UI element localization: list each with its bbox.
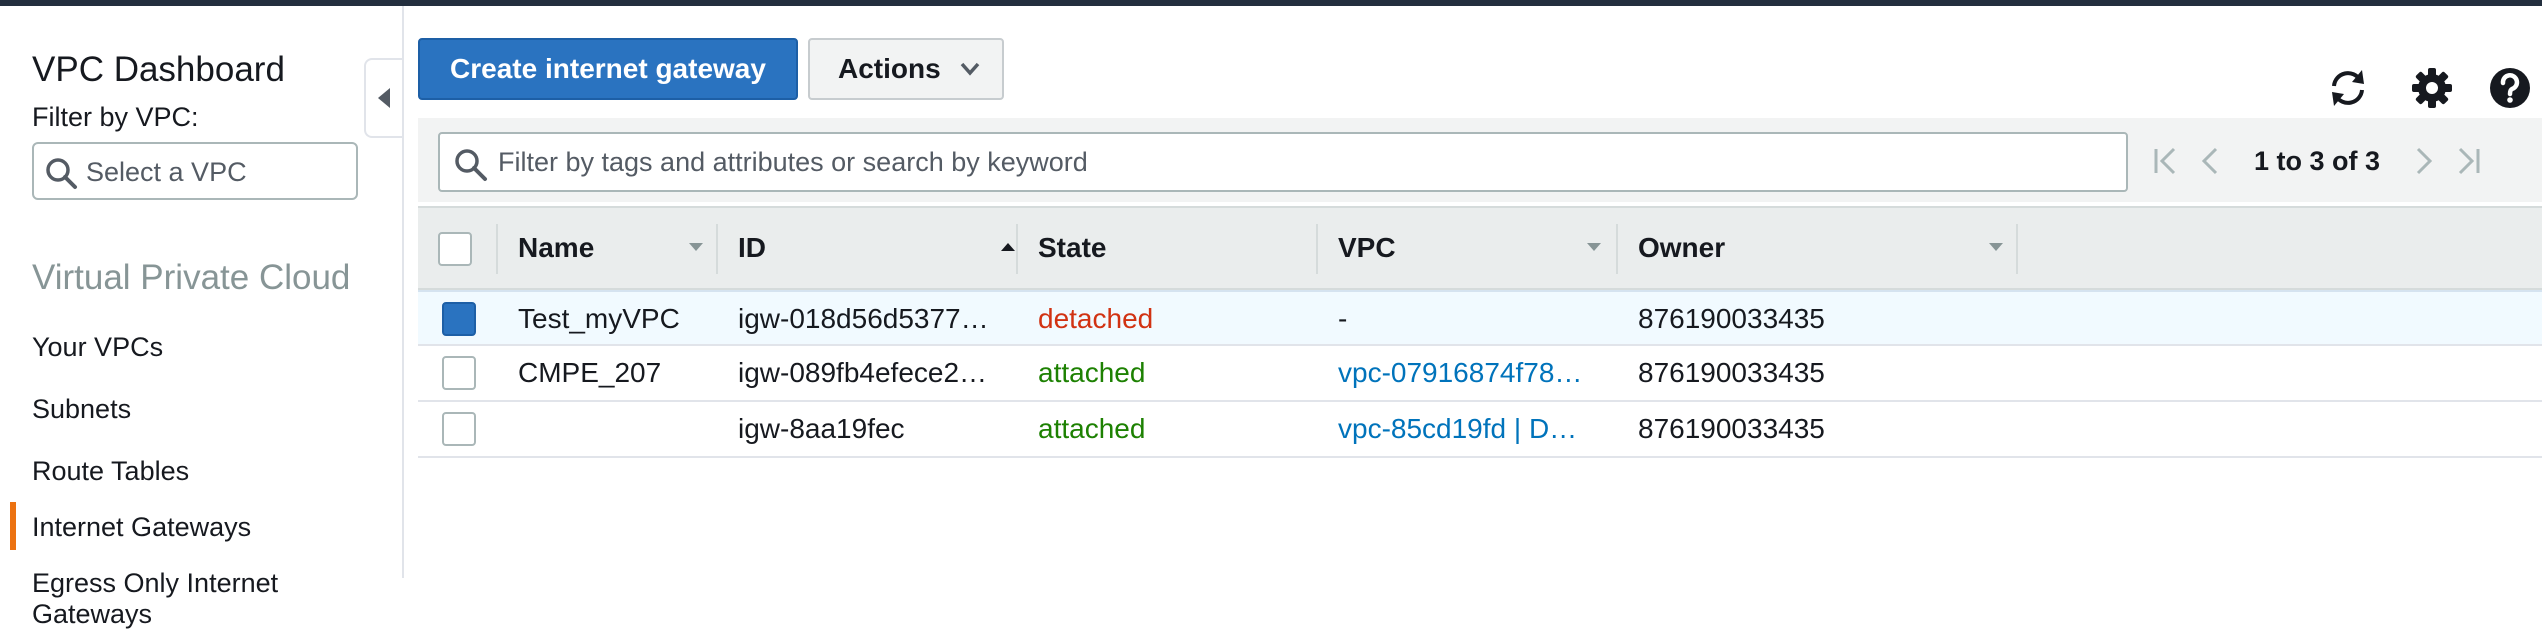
gear-icon[interactable] [2410, 66, 2454, 110]
column-separator [716, 224, 718, 274]
filter-search-placeholder: Filter by tags and attributes or search … [498, 147, 1088, 177]
create-internet-gateway-button[interactable]: Create internet gateway [418, 38, 798, 100]
cell-state: detached [1038, 303, 1154, 334]
column-separator [1316, 224, 1318, 274]
vpc-select[interactable]: Select a VPC [32, 142, 358, 200]
cell-vpc-link[interactable]: vpc-85cd19fd | D… [1338, 402, 1577, 456]
sidebar-item-your-vpcs[interactable]: Your VPCs [32, 332, 163, 363]
row-checkbox[interactable] [442, 302, 476, 336]
chevron-left-icon [378, 88, 390, 108]
pagination-text: 1 to 3 of 3 [2254, 146, 2381, 176]
column-header-id[interactable]: ID [738, 208, 1028, 288]
active-item-indicator [10, 502, 16, 550]
cell-owner: 876190033435 [1638, 357, 1825, 388]
actions-label: Actions [838, 53, 941, 84]
sidebar-item-route-tables[interactable]: Route Tables [32, 456, 189, 487]
column-header-id-label: ID [738, 232, 766, 263]
cell-id: igw-8aa19fec [738, 413, 905, 444]
column-header-name-label: Name [518, 232, 595, 263]
sidebar-item-egress-only-internet-gateways[interactable]: Egress Only Internet Gateways [32, 568, 402, 630]
search-icon [46, 158, 77, 189]
next-page-icon[interactable] [2414, 146, 2434, 176]
select-all-checkbox[interactable] [438, 232, 472, 266]
table-row[interactable]: igw-8aa19fec attached vpc-85cd19fd | D… … [418, 402, 2542, 458]
help-icon[interactable] [2488, 66, 2532, 110]
sidebar: VPC Dashboard Filter by VPC: Select a VP… [0, 6, 404, 629]
cell-owner: 876190033435 [1638, 413, 1825, 444]
column-header-state-label: State [1038, 232, 1107, 263]
refresh-icon[interactable] [2326, 66, 2370, 110]
cell-owner: 876190033435 [1638, 303, 1825, 334]
sidebar-item-internet-gateways[interactable]: Internet Gateways [32, 512, 251, 543]
sidebar-section-title: Virtual Private Cloud [32, 258, 351, 297]
filter-search-input[interactable]: Filter by tags and attributes or search … [438, 132, 2128, 192]
cell-state: attached [1038, 357, 1146, 388]
cell-id: igw-089fb4efece2… [738, 357, 988, 388]
chevron-down-icon [960, 62, 980, 76]
column-separator [2016, 224, 2018, 274]
column-header-owner-label: Owner [1638, 232, 1726, 263]
column-separator [1016, 224, 1018, 274]
cell-state: attached [1038, 413, 1146, 444]
cell-name: Test_myVPC [518, 303, 680, 334]
table-header: Name ID State VPC Owner [418, 206, 2542, 290]
column-header-owner[interactable]: Owner [1638, 208, 2018, 288]
cell-vpc: - [1338, 303, 1348, 334]
previous-page-icon[interactable] [2200, 146, 2220, 176]
column-separator [496, 224, 498, 274]
row-checkbox[interactable] [442, 412, 476, 446]
sort-ascending-icon [1001, 243, 1015, 251]
last-page-icon[interactable] [2456, 146, 2482, 176]
sort-caret-down-icon [689, 243, 703, 251]
column-header-name[interactable]: Name [518, 208, 718, 288]
column-header-vpc-label: VPC [1338, 232, 1396, 263]
sidebar-title[interactable]: VPC Dashboard [32, 50, 285, 90]
collapse-sidebar-button[interactable] [364, 58, 402, 138]
first-page-icon[interactable] [2152, 146, 2178, 176]
row-checkbox[interactable] [442, 356, 476, 390]
column-separator [1616, 224, 1618, 274]
cell-name: CMPE_207 [518, 357, 662, 388]
sort-caret-down-icon [1587, 243, 1601, 251]
table-row[interactable]: CMPE_207 igw-089fb4efece2… attached vpc-… [418, 346, 2542, 402]
table-row[interactable]: Test_myVPC igw-018d56d5377… detached - 8… [418, 290, 2542, 346]
cell-vpc-link[interactable]: vpc-07916874f78… [1338, 346, 1582, 400]
sidebar-item-subnets[interactable]: Subnets [32, 394, 131, 425]
filter-by-vpc-label: Filter by VPC: [32, 102, 199, 132]
actions-dropdown-button[interactable]: Actions [808, 38, 1004, 100]
vpc-select-placeholder: Select a VPC [86, 157, 247, 187]
column-header-state[interactable]: State [1038, 208, 1318, 288]
sort-caret-down-icon [1989, 243, 2003, 251]
search-icon [455, 149, 487, 181]
column-header-vpc[interactable]: VPC [1338, 208, 1618, 288]
cell-id: igw-018d56d5377… [738, 303, 989, 334]
